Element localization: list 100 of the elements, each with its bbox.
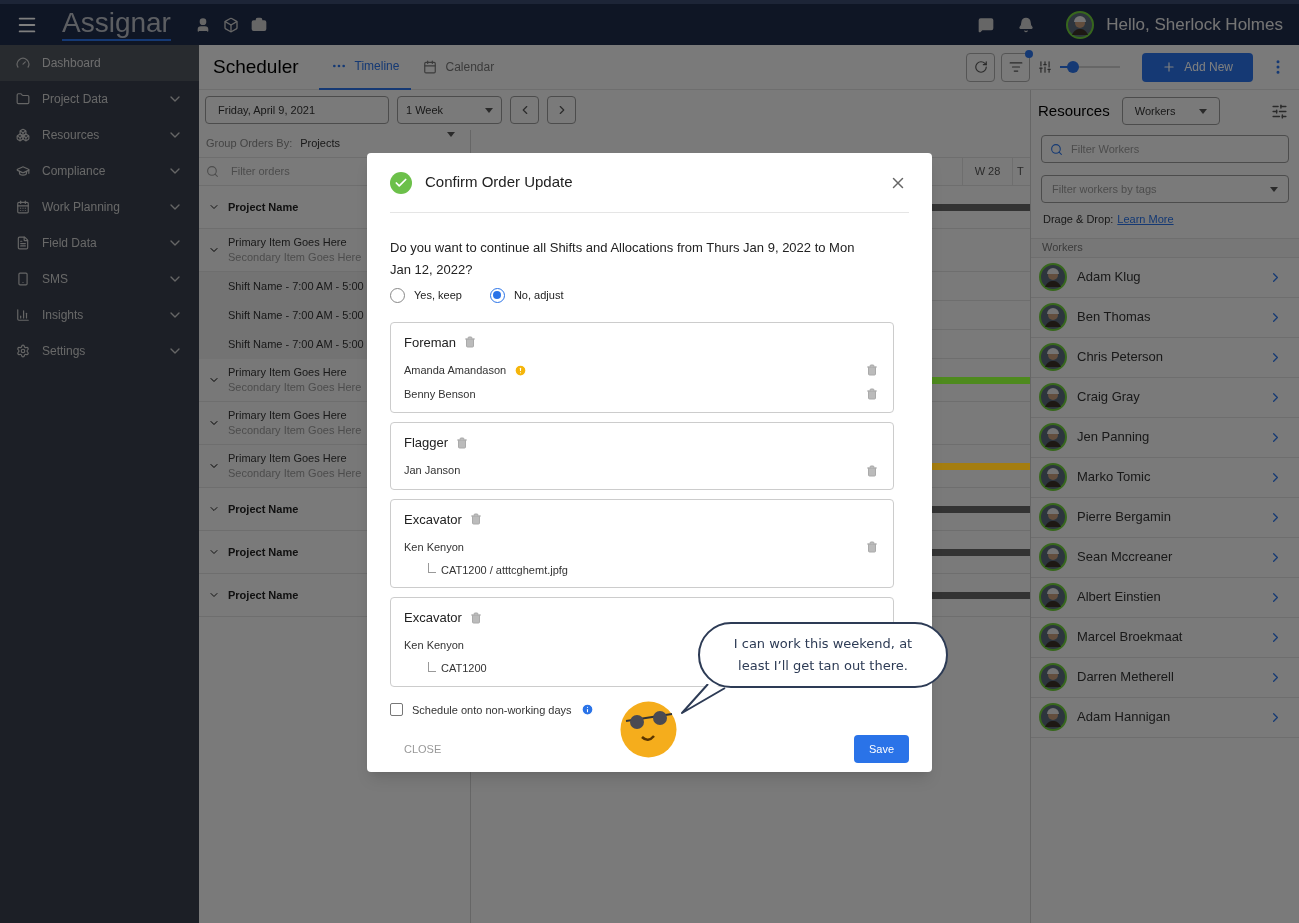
search-icon (206, 165, 219, 178)
filter-button[interactable] (1001, 52, 1031, 82)
primary-item: Primary Item Goes Here (228, 451, 348, 466)
tree-connector-icon (428, 563, 436, 573)
calendar-icon (16, 200, 30, 214)
bar-chart-icon (16, 308, 30, 322)
avatar-icon (1039, 543, 1067, 571)
worker-item[interactable]: Albert Einstien (1031, 577, 1299, 618)
role-title: Foreman (404, 333, 457, 352)
trash-icon[interactable] (866, 364, 878, 376)
folder-icon (16, 92, 30, 106)
plus-icon (1162, 60, 1177, 74)
member-name: Ken Kenyon (404, 638, 464, 654)
search-icon (1050, 142, 1063, 156)
chat-icon[interactable] (978, 16, 995, 33)
avatar-icon (1039, 463, 1067, 491)
check-icon (390, 171, 412, 194)
checkbox[interactable] (390, 703, 403, 717)
primary-item: Primary Item Goes Here (228, 235, 348, 250)
view-tab[interactable]: Timeline (318, 44, 412, 90)
trash-icon[interactable] (866, 464, 878, 477)
briefcase-icon[interactable] (250, 16, 267, 33)
avatar-icon (1039, 663, 1067, 691)
sidebar-item[interactable]: Insights (0, 297, 199, 333)
trash-icon[interactable] (456, 436, 469, 449)
speech-bubble: I can work this weekend, at least I’ll get tan out there. (698, 622, 948, 688)
sidebar-item[interactable]: Dashboard (0, 45, 199, 81)
filter-icon (1008, 60, 1023, 74)
sidebar-item[interactable]: Work Planning (0, 189, 199, 225)
radio-option[interactable]: No, adjust (489, 287, 564, 304)
sidebar-item[interactable]: Resources (0, 117, 199, 153)
save-button[interactable]: Save (854, 735, 909, 763)
worker-item[interactable]: Pierre Bergamin (1031, 497, 1299, 538)
worker-item[interactable]: Marcel Broekmaat (1031, 617, 1299, 658)
sidebar-item[interactable]: Settings (0, 333, 199, 369)
refresh-icon (973, 60, 988, 74)
worker-item[interactable]: Adam Hannigan (1031, 697, 1299, 738)
radio-option[interactable]: Yes, keep (390, 287, 462, 304)
checkbox-label: Schedule onto non-working days (412, 702, 572, 718)
trash-icon[interactable] (469, 513, 482, 526)
panel-title: Resources (1038, 100, 1110, 121)
worker-item[interactable]: Ben Thomas (1031, 297, 1299, 338)
worker-item[interactable]: Jen Panning (1031, 417, 1299, 458)
learn-more-link[interactable]: Learn More (1117, 211, 1174, 228)
greeting: Hello, Sherlock Holmes (1106, 13, 1283, 36)
drag-drop-label: Drage & Drop: (1043, 212, 1114, 227)
avatar-icon (1039, 583, 1067, 611)
sidebar-item[interactable]: Compliance (0, 153, 199, 189)
notification-icon[interactable] (1018, 16, 1035, 33)
worker-item[interactable]: Sean Mccreaner (1031, 537, 1299, 578)
member-name: Ken Kenyon (404, 539, 464, 555)
trash-icon[interactable] (866, 388, 878, 400)
next-button[interactable] (547, 96, 576, 124)
resource-type-select[interactable]: Workers (1121, 97, 1220, 125)
avatar-icon (1066, 10, 1095, 39)
trash-icon[interactable] (464, 336, 477, 349)
settings-icon[interactable] (1271, 102, 1288, 120)
avatar-icon (1039, 423, 1067, 451)
boxes-icon (16, 128, 30, 142)
worker-item[interactable]: Adam Klug (1031, 257, 1299, 298)
view-tab[interactable]: Calendar (411, 44, 507, 90)
avatar-icon (1039, 503, 1067, 531)
avatar-icon (1039, 263, 1067, 291)
document-icon (16, 236, 30, 250)
phone-icon (16, 272, 30, 286)
worker-item[interactable]: Marko Tomic (1031, 457, 1299, 498)
add-new-button[interactable]: Add New (1142, 52, 1253, 82)
bubble-tail-icon (681, 684, 727, 715)
equipment-name: CAT1200 (441, 661, 487, 677)
sidebar-item[interactable]: SMS (0, 261, 199, 297)
trash-icon[interactable] (866, 541, 878, 553)
avatar-icon (1039, 383, 1067, 411)
zoom-slider[interactable] (1060, 61, 1121, 73)
trash-icon[interactable] (469, 611, 482, 624)
worker-item[interactable]: Darren Metherell (1031, 657, 1299, 698)
refresh-button[interactable] (966, 52, 996, 82)
range-select[interactable]: 1 Week (397, 96, 502, 124)
primary-item: Primary Item Goes Here (228, 408, 348, 423)
info-icon[interactable] (580, 703, 594, 717)
sidebar-item[interactable]: Field Data (0, 225, 199, 261)
previous-button[interactable] (510, 96, 539, 124)
week-header: T (1012, 158, 1030, 185)
date-field[interactable]: Friday, April 9, 2021 (205, 96, 389, 124)
caret-icon (485, 107, 493, 113)
logo: Assignar (62, 8, 171, 41)
avatar-icon (1039, 303, 1067, 331)
cube-icon[interactable] (222, 16, 239, 33)
primary-item: Primary Item Goes Here (228, 365, 348, 380)
columns-icon (1038, 60, 1053, 74)
page-title: Scheduler (213, 54, 299, 79)
close-button[interactable]: CLOSE (404, 740, 442, 758)
member-name: Jan Janson (404, 463, 461, 479)
sunglasses-emoji-icon (620, 701, 677, 758)
sidebar-item[interactable]: Project Data (0, 81, 199, 117)
avatar-icon (1039, 623, 1067, 651)
worker-item[interactable]: Craig Gray (1031, 377, 1299, 418)
worker-item[interactable]: Chris Peterson (1031, 337, 1299, 378)
caret-icon (1270, 186, 1278, 192)
section-header: Workers (1031, 237, 1299, 258)
calendar-icon (423, 60, 438, 74)
